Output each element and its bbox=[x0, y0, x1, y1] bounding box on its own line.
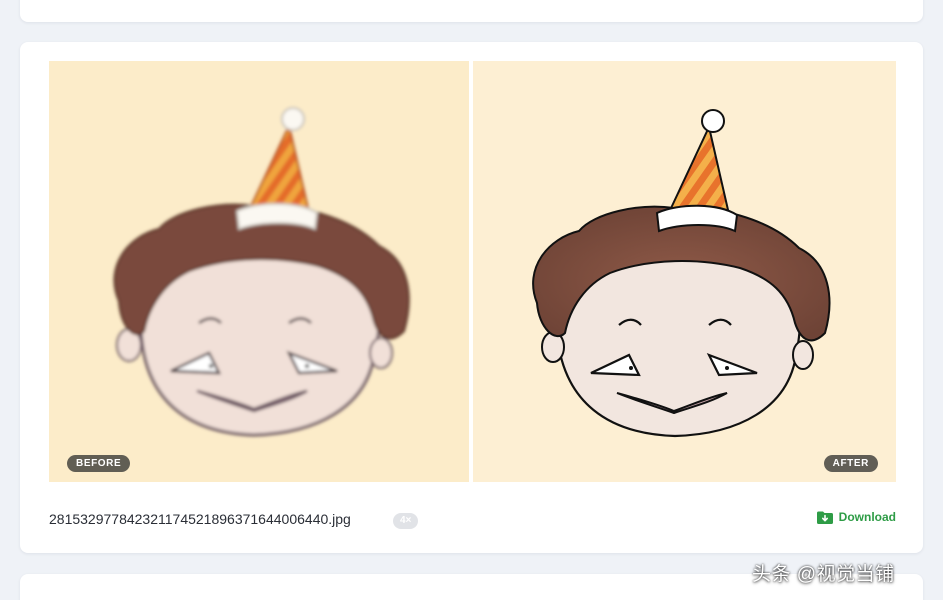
after-label: AFTER bbox=[823, 455, 878, 472]
after-image bbox=[532, 109, 831, 438]
previous-result-card bbox=[20, 0, 923, 22]
result-card: BEFORE AFTER 281532977842321174521896371… bbox=[20, 42, 923, 553]
file-name: 281532977842321174521896371644006440.jpg bbox=[49, 511, 351, 527]
folder-download-icon bbox=[816, 511, 833, 524]
before-image-panel: BEFORE bbox=[49, 61, 469, 482]
before-label: BEFORE bbox=[67, 455, 131, 472]
download-button[interactable]: Download bbox=[816, 510, 896, 524]
after-image-panel: AFTER bbox=[473, 61, 896, 482]
download-label: Download bbox=[838, 510, 896, 524]
before-image bbox=[113, 107, 410, 437]
before-after-comparison[interactable]: BEFORE AFTER bbox=[49, 61, 896, 482]
scale-badge: 4× bbox=[393, 513, 419, 529]
watermark: 头条 @视觉当铺 bbox=[752, 564, 895, 585]
